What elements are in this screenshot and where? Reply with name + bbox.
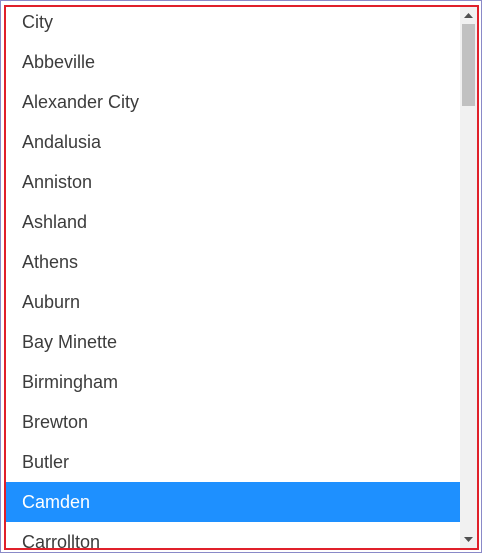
dropdown-window: City Abbeville Alexander City Andalusia … — [0, 0, 482, 553]
option-bay-minette[interactable]: Bay Minette — [6, 322, 460, 362]
option-abbeville[interactable]: Abbeville — [6, 42, 460, 82]
scroll-up-arrow-icon[interactable] — [460, 7, 477, 24]
option-carrollton[interactable]: Carrollton — [6, 522, 460, 548]
option-anniston[interactable]: Anniston — [6, 162, 460, 202]
scroll-down-arrow-icon[interactable] — [460, 531, 477, 548]
option-andalusia[interactable]: Andalusia — [6, 122, 460, 162]
vertical-scrollbar[interactable] — [460, 7, 477, 548]
option-alexander-city[interactable]: Alexander City — [6, 82, 460, 122]
option-brewton[interactable]: Brewton — [6, 402, 460, 442]
option-butler[interactable]: Butler — [6, 442, 460, 482]
scrollbar-thumb[interactable] — [462, 24, 475, 106]
city-listbox[interactable]: City Abbeville Alexander City Andalusia … — [6, 7, 460, 548]
option-birmingham[interactable]: Birmingham — [6, 362, 460, 402]
city-option-list: City Abbeville Alexander City Andalusia … — [6, 7, 460, 548]
option-city-placeholder[interactable]: City — [6, 7, 460, 42]
option-camden-selected[interactable]: Camden — [6, 482, 460, 522]
city-select-focus-frame: City Abbeville Alexander City Andalusia … — [4, 5, 479, 550]
option-ashland[interactable]: Ashland — [6, 202, 460, 242]
option-auburn[interactable]: Auburn — [6, 282, 460, 322]
option-athens[interactable]: Athens — [6, 242, 460, 282]
